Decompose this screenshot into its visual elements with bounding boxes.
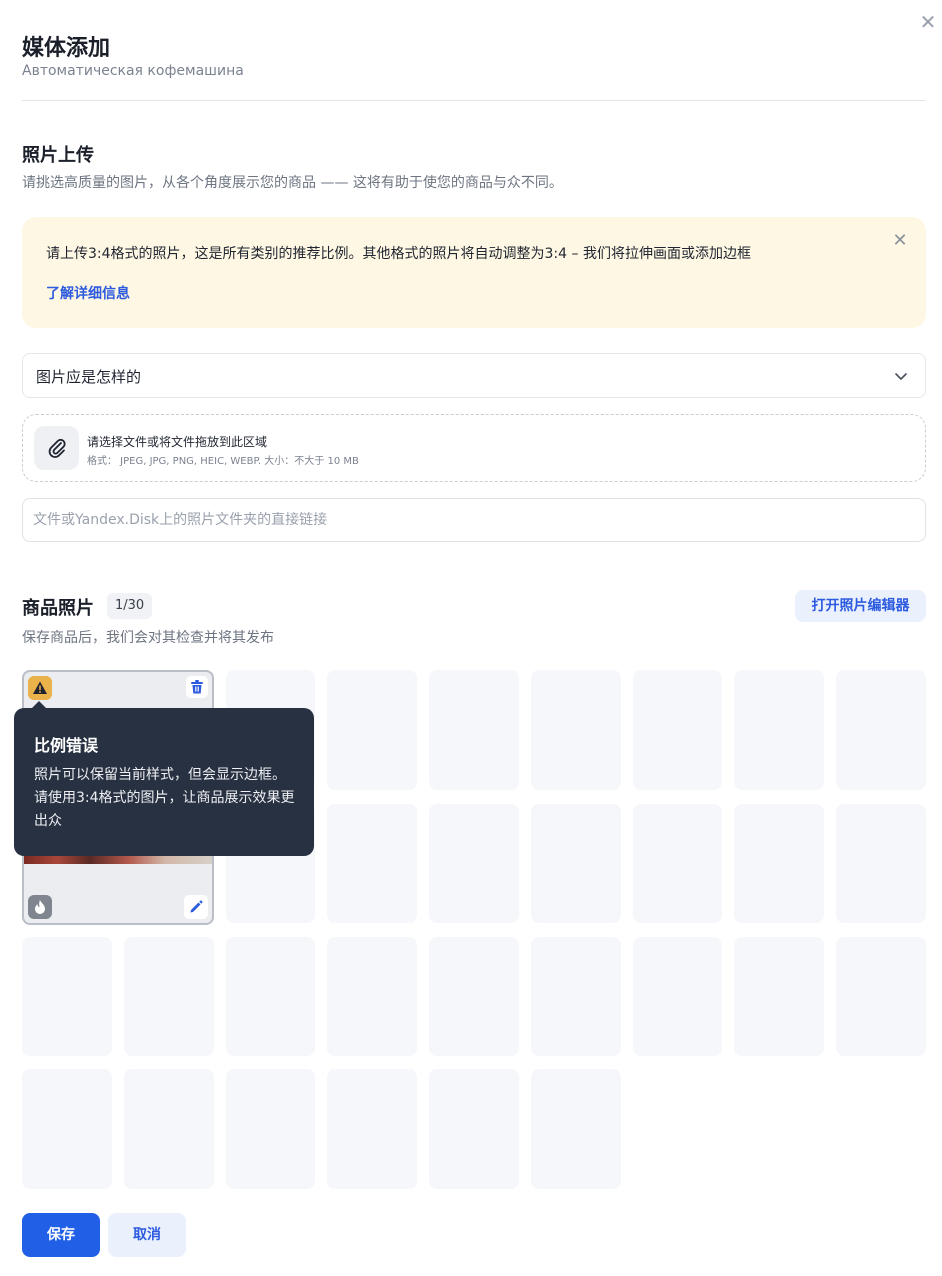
photo-slot[interactable]: [226, 937, 315, 1056]
photo-slot[interactable]: [531, 670, 621, 790]
photo-slot[interactable]: [226, 1069, 315, 1189]
photo-slot[interactable]: [124, 1069, 214, 1189]
page-title: 媒体添加: [22, 36, 111, 61]
photo-requirements-accordion[interactable]: 图片应是怎样的: [22, 353, 926, 398]
photo-slot[interactable]: [327, 937, 417, 1056]
photo-slot[interactable]: [429, 937, 519, 1056]
save-button[interactable]: 保存: [22, 1213, 100, 1257]
photo-slot[interactable]: [836, 937, 926, 1056]
photo-count-badge: 1/30: [107, 593, 153, 619]
photo-slot[interactable]: [836, 670, 926, 790]
photo-slot[interactable]: [633, 937, 722, 1056]
photo-slot[interactable]: [531, 937, 621, 1056]
photo-slot[interactable]: [429, 1069, 519, 1189]
page-subtitle: Автоматическая кофемашина: [22, 63, 244, 79]
accordion-label: 图片应是怎样的: [36, 368, 142, 386]
aspect-ratio-notice: 请上传3:4格式的照片，这是所有类别的推荐比例。其他格式的照片将自动调整为3:4…: [22, 217, 926, 328]
photo-slot[interactable]: [429, 670, 519, 790]
notice-close-icon[interactable]: ✕: [890, 231, 910, 251]
file-dropzone[interactable]: 请选择文件或将文件拖放到此区域 格式： JPEG, JPG, PNG, HEIC…: [22, 414, 926, 482]
photo-slot[interactable]: [633, 804, 722, 923]
photo-slot[interactable]: [734, 804, 824, 923]
tooltip-body: 照片可以保留当前样式，但会显示边框。请使用3:4格式的图片，让商品展示效果更出众: [34, 767, 295, 829]
open-photo-editor-button[interactable]: 打开照片编辑器: [795, 590, 926, 622]
paperclip-icon: [34, 426, 79, 470]
photo-slot[interactable]: [429, 804, 519, 923]
aspect-ratio-error-tooltip: 比例错误 照片可以保留当前样式，但会显示边框。请使用3:4格式的图片，让商品展示…: [14, 701, 314, 856]
close-icon[interactable]: ✕: [916, 10, 940, 34]
trash-icon[interactable]: [186, 676, 208, 698]
notice-text: 请上传3:4格式的照片，这是所有类别的推荐比例。其他格式的照片将自动调整为3:4…: [46, 246, 751, 262]
photo-slot[interactable]: [22, 937, 112, 1056]
header-divider: [22, 100, 926, 101]
photo-slot[interactable]: [327, 1069, 417, 1189]
dropzone-formats-text: 格式： JPEG, JPG, PNG, HEIC, WEBP. 大小：不大于 1…: [87, 456, 359, 467]
photo-slot[interactable]: [836, 804, 926, 923]
product-photos-title: 商品照片: [22, 598, 94, 619]
photo-slot[interactable]: [531, 804, 621, 923]
photo-slot[interactable]: [327, 670, 417, 790]
upload-section-title: 照片上传: [22, 145, 94, 166]
photo-slot[interactable]: [531, 1069, 621, 1189]
photo-slot[interactable]: [327, 804, 417, 923]
photo-slot[interactable]: [734, 670, 824, 790]
photo-slot[interactable]: [633, 670, 722, 790]
tooltip-arrow: [32, 701, 46, 708]
warning-icon[interactable]: [28, 676, 52, 700]
chevron-down-icon: [895, 373, 907, 380]
photo-slot[interactable]: [124, 937, 214, 1056]
photo-slot[interactable]: [22, 1069, 112, 1189]
photo-link-input[interactable]: [22, 498, 926, 542]
edit-icon[interactable]: [184, 895, 208, 919]
upload-section-description: 请挑选高质量的图片，从各个角度展示您的商品 —— 这将有助于使您的商品与众不同。: [22, 175, 563, 191]
photo-slot[interactable]: [734, 937, 824, 1056]
fire-icon: [28, 895, 52, 919]
tooltip-title: 比例错误: [34, 736, 99, 755]
product-photos-description: 保存商品后，我们会对其检查并将其发布: [22, 630, 274, 646]
dropzone-main-text: 请选择文件或将文件拖放到此区域: [87, 435, 268, 449]
cancel-button[interactable]: 取消: [108, 1213, 186, 1257]
learn-more-link[interactable]: 了解详细信息: [46, 283, 130, 303]
